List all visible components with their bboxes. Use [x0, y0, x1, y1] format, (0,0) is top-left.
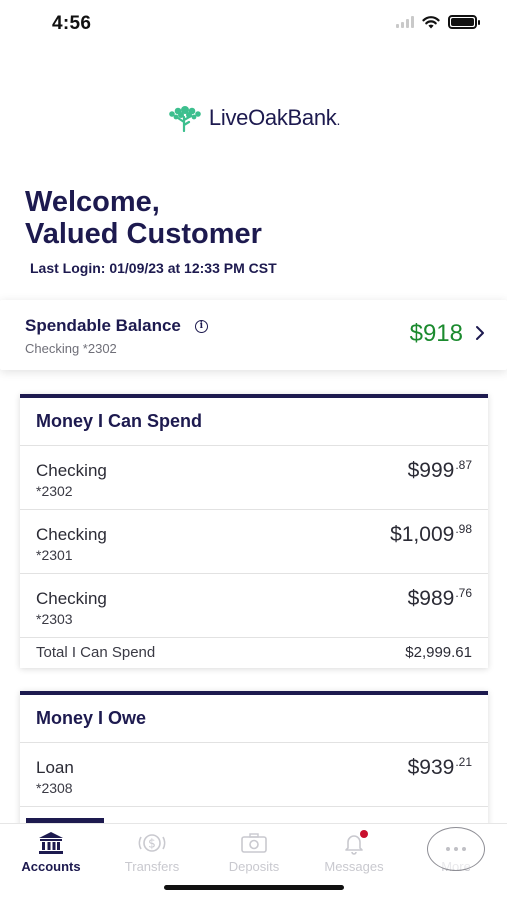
card-title: Money I Can Spend [20, 398, 488, 446]
bank-icon [39, 832, 63, 854]
logo-text-suffix: . [336, 112, 341, 128]
tab-transfers[interactable]: $ Transfers [112, 830, 192, 874]
total-row: Total I Can Spend $2,999.61 [20, 638, 488, 668]
account-name: Checking [36, 461, 107, 480]
info-icon[interactable]: i [194, 319, 208, 333]
last-login-text: Last Login: 01/09/23 at 12:33 PM CST [30, 260, 277, 276]
card-title: Money I Owe [20, 695, 488, 743]
oak-tree-icon [169, 106, 201, 132]
spendable-balance-title-row: Spendable Balance i [25, 316, 208, 336]
svg-text:$: $ [148, 837, 156, 851]
account-number: *2301 [36, 547, 73, 563]
account-balance: $989.76 [407, 586, 472, 610]
account-row[interactable]: Checking *2301 $1,009.98 [20, 510, 488, 574]
camera-icon [241, 833, 267, 853]
tab-label: Accounts [21, 859, 81, 874]
cellular-signal-icon [396, 16, 414, 28]
status-time: 4:56 [52, 13, 92, 34]
account-balance: $939.21 [407, 755, 472, 779]
account-row[interactable]: Checking *2303 $989.76 [20, 574, 488, 638]
spendable-balance-amount: $918 [409, 320, 463, 347]
wifi-icon [422, 16, 440, 29]
tab-deposits[interactable]: Deposits [214, 830, 294, 874]
welcome-line-2: Valued Customer [25, 218, 262, 250]
account-name: Checking [36, 589, 107, 608]
logo-text-liveoak: LiveOak [208, 105, 288, 130]
spendable-balance-title: Spendable Balance [25, 316, 181, 335]
account-row[interactable]: Checking *2302 $999.87 [20, 446, 488, 510]
logo-text-bank: Bank [287, 105, 337, 130]
spendable-balance-account: Checking *2302 [25, 341, 117, 356]
tab-label: Deposits [228, 859, 280, 874]
notification-dot [360, 830, 368, 838]
welcome-line-1: Welcome, [25, 186, 160, 218]
account-name: Checking [36, 525, 107, 544]
home-indicator[interactable] [164, 885, 344, 890]
money-can-spend-card: Money I Can Spend Checking *2302 $999.87… [20, 394, 488, 668]
account-balance: $999.87 [407, 458, 472, 482]
tab-messages[interactable]: Messages [314, 830, 394, 874]
account-row[interactable]: Loan *2308 $939.21 [20, 743, 488, 807]
spendable-balance-card[interactable]: Spendable Balance i Checking *2302 $918 [0, 300, 507, 370]
more-button-overlay[interactable] [427, 827, 485, 871]
battery-icon [448, 15, 480, 29]
total-label: Total I Can Spend [36, 644, 156, 661]
logo-wordmark: LiveOakBank. [209, 105, 340, 131]
tab-label: Transfers [124, 859, 180, 874]
tab-label: Messages [324, 859, 384, 874]
account-number: *2302 [36, 483, 73, 499]
tab-accounts[interactable]: Accounts [11, 830, 91, 874]
bank-logo: LiveOakBank. [0, 104, 507, 132]
status-bar: 4:56 [0, 0, 507, 48]
money-owe-card: Money I Owe Loan *2308 $939.21 [20, 691, 488, 831]
chevron-right-icon[interactable] [473, 323, 487, 343]
welcome-heading: Welcome, Valued Customer [25, 186, 262, 250]
status-icons [396, 15, 480, 29]
account-number: *2308 [36, 780, 73, 796]
account-balance: $1,009.98 [390, 522, 472, 546]
total-value: $2,999.61 [405, 644, 472, 661]
account-name: Loan [36, 758, 74, 777]
account-number: *2303 [36, 611, 73, 627]
transfer-dollar-icon: $ [138, 834, 166, 852]
